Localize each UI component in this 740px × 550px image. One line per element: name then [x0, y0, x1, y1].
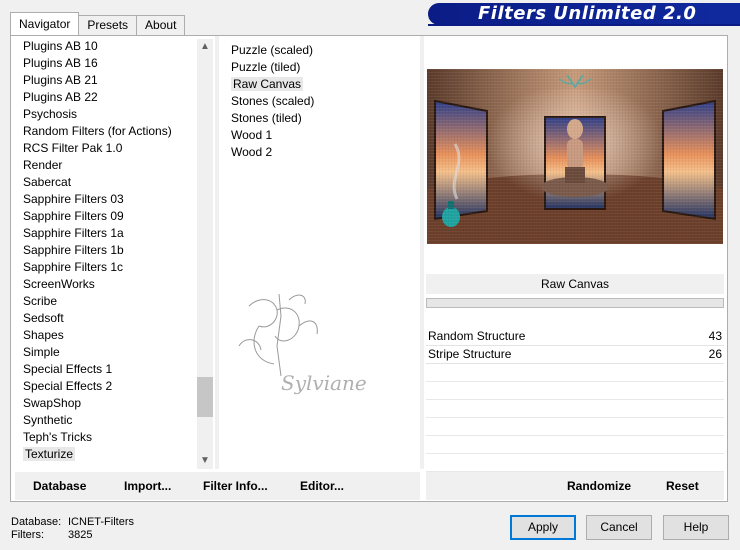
right-toolbar: Randomize Reset — [426, 472, 724, 500]
editor-button[interactable]: Editor... — [300, 472, 344, 500]
param-label: Stripe Structure — [428, 347, 512, 361]
cancel-button[interactable]: Cancel — [586, 515, 652, 540]
param-row-empty — [426, 454, 724, 472]
list-item[interactable]: Plugins AB 16 — [23, 55, 205, 72]
list-item[interactable]: Sapphire Filters 03 — [23, 191, 205, 208]
database-value: ICNET-Filters — [68, 516, 134, 528]
tab-navigator[interactable]: Navigator — [10, 12, 80, 35]
tab-presets[interactable]: Presets — [78, 15, 138, 35]
param-label: Random Structure — [428, 329, 526, 343]
list-item[interactable]: Plugins AB 21 — [23, 72, 205, 89]
list-item[interactable]: Render — [23, 157, 205, 174]
param-row-random-structure[interactable]: Random Structure 43 — [426, 328, 724, 346]
app-banner: Filters Unlimited 2.0 — [428, 3, 740, 25]
watermark-logo: Sylviane — [238, 293, 367, 395]
param-row-empty — [426, 400, 724, 418]
list-item[interactable]: Wood 1 — [231, 127, 416, 144]
list-item[interactable]: Sedsoft — [23, 310, 205, 327]
import-button[interactable]: Import... — [124, 472, 171, 500]
filters-value: 3825 — [68, 529, 93, 541]
tab-about[interactable]: About — [136, 15, 186, 35]
left-toolbar: Database Import... Filter Info... Editor… — [15, 472, 420, 500]
scrollbar-thumb[interactable] — [197, 377, 213, 417]
list-item[interactable]: Shapes — [23, 327, 205, 344]
list-item[interactable]: Plugins AB 10 — [23, 38, 205, 55]
list-item[interactable]: Simple — [23, 344, 205, 361]
list-item[interactable]: Special Effects 2 — [23, 378, 205, 395]
chevron-down-icon[interactable]: ▼ — [197, 453, 213, 469]
divider — [420, 36, 424, 469]
list-item[interactable]: Sapphire Filters 1a — [23, 225, 205, 242]
list-item[interactable]: Random Filters (for Actions) — [23, 123, 205, 140]
tab-bar: Navigator Presets About — [10, 12, 186, 35]
database-label: Database: — [11, 516, 62, 528]
filter-name-header: Raw Canvas — [426, 274, 724, 294]
list-item[interactable]: Sapphire Filters 1b — [23, 242, 205, 259]
list-item[interactable]: Stones (scaled) — [231, 93, 416, 110]
banner-underline — [428, 24, 740, 26]
parameter-list: Random Structure 43 Stripe Structure 26 — [426, 328, 724, 472]
list-item[interactable]: ScreenWorks — [23, 276, 205, 293]
progress-bar — [426, 298, 724, 308]
help-button[interactable]: Help — [663, 515, 729, 540]
reset-button[interactable]: Reset — [666, 472, 699, 500]
list-item[interactable]: Special Effects 1 — [23, 361, 205, 378]
category-list[interactable]: Plugins AB 10 Plugins AB 16 Plugins AB 2… — [23, 38, 205, 468]
param-row-stripe-structure[interactable]: Stripe Structure 26 — [426, 346, 724, 364]
category-scrollbar[interactable]: ▲ ▼ — [197, 39, 213, 469]
list-item[interactable]: Puzzle (scaled) — [231, 42, 416, 59]
list-item[interactable]: Plugins AB 22 — [23, 89, 205, 106]
list-item[interactable]: SwapShop — [23, 395, 205, 412]
randomize-button[interactable]: Randomize — [567, 472, 631, 500]
param-value: 26 — [708, 347, 722, 361]
list-item-selected[interactable]: Raw Canvas — [231, 76, 416, 93]
param-row-empty — [426, 436, 724, 454]
banner-title: Filters Unlimited 2.0 — [478, 3, 697, 24]
list-item[interactable]: Wood 2 — [231, 144, 416, 161]
list-item[interactable]: Sapphire Filters 09 — [23, 208, 205, 225]
list-item[interactable]: Psychosis — [23, 106, 205, 123]
param-row-empty — [426, 418, 724, 436]
list-item[interactable]: Sabercat — [23, 174, 205, 191]
param-row-empty — [426, 382, 724, 400]
filter-list[interactable]: Puzzle (scaled) Puzzle (tiled) Raw Canva… — [231, 42, 416, 161]
list-item[interactable]: Scribe — [23, 293, 205, 310]
filter-info-button[interactable]: Filter Info... — [203, 472, 268, 500]
database-button[interactable]: Database — [33, 472, 86, 500]
apply-button[interactable]: Apply — [510, 515, 576, 540]
watermark-text: Sylviane — [281, 371, 367, 395]
navigator-panel: Plugins AB 10 Plugins AB 16 Plugins AB 2… — [10, 35, 728, 502]
list-item[interactable]: Synthetic — [23, 412, 205, 429]
chevron-up-icon[interactable]: ▲ — [197, 39, 213, 55]
list-item[interactable]: RCS Filter Pak 1.0 — [23, 140, 205, 157]
filters-label: Filters: — [11, 529, 44, 541]
preview-image — [427, 69, 723, 244]
list-item[interactable]: Sapphire Filters 1c — [23, 259, 205, 276]
list-item[interactable]: Stones (tiled) — [231, 110, 416, 127]
list-item[interactable]: Teph's Tricks — [23, 429, 205, 446]
param-row-empty — [426, 364, 724, 382]
param-value: 43 — [708, 329, 722, 343]
list-item-selected[interactable]: Texturize — [23, 446, 205, 463]
list-item[interactable]: Puzzle (tiled) — [231, 59, 416, 76]
